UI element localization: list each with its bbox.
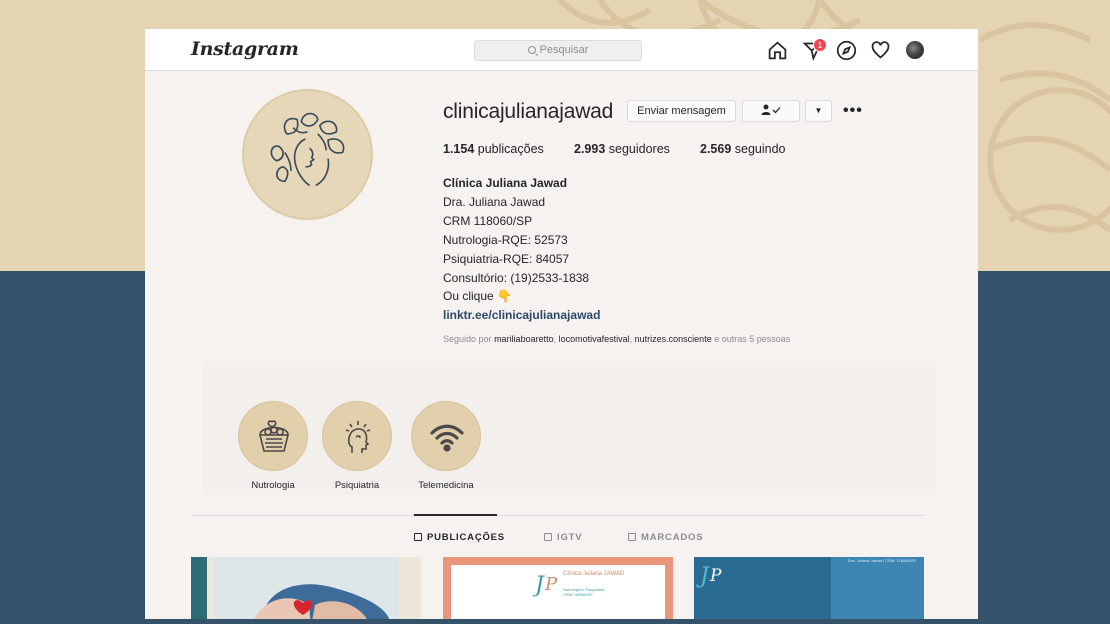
fruit-basket-icon: [258, 420, 290, 452]
highlight-nutrologia[interactable]: Nutrologia: [233, 401, 313, 491]
head-mind-icon: [345, 421, 371, 453]
post-thumbnail[interactable]: [191, 557, 421, 619]
post-caption: Dra. Juliana Jawad | CRM: 118060/SP: [848, 558, 917, 563]
bio-line: Ou clique 👇: [443, 289, 512, 304]
bio-line: Consultório: (19)2533-1838: [443, 270, 590, 285]
follower-username: nutrizes.consciente: [634, 334, 712, 344]
clinic-logo-face-leaves-icon: [270, 112, 345, 187]
active-tab-indicator: [414, 514, 497, 516]
user-check-icon: [761, 104, 781, 115]
highlight-circle: [322, 401, 392, 471]
posts-label: publicações: [477, 142, 544, 156]
followers-label: seguidores: [608, 142, 670, 156]
tab-marcados[interactable]: MARCADOS: [628, 532, 703, 543]
teal-brand-image: J P: [694, 557, 924, 619]
tab-label: MARCADOS: [641, 532, 704, 543]
followed-by-prefix: Seguido por: [443, 334, 492, 344]
svg-text:P: P: [709, 566, 722, 586]
posts-count: 1.154: [443, 142, 475, 156]
tab-label: IGTV: [557, 532, 583, 543]
post-thumbnail[interactable]: J P Dra. Juliana Jawad | CRM: 118060/SP: [694, 557, 924, 619]
bio-link[interactable]: linktr.ee/clinicajulianajawad: [443, 306, 863, 325]
search-placeholder: Pesquisar: [539, 44, 589, 56]
hands-holding-heart-image: [191, 557, 421, 619]
profile-bio: Clínica Juliana Jawad Dra. Juliana Jawad…: [443, 174, 863, 325]
svg-text:J: J: [533, 573, 545, 598]
more-options-icon[interactable]: •••: [843, 102, 863, 120]
followers-stat[interactable]: 2.993 seguidores: [574, 142, 670, 156]
following-label: seguindo: [734, 142, 786, 156]
followers-count: 2.993: [574, 142, 606, 156]
following-status-button[interactable]: [742, 100, 800, 122]
highlight-label: Telemedicina: [418, 480, 474, 491]
bio-line: Nutrologia-RQE: 52573: [443, 232, 568, 247]
search-icon: [527, 46, 536, 54]
user-avatar[interactable]: [906, 41, 924, 59]
svg-text:P: P: [544, 574, 558, 595]
highlight-telemedicina[interactable]: Telemedicina: [406, 401, 486, 491]
tab-igtv[interactable]: IGTV: [544, 532, 582, 543]
tagged-user-icon: [628, 533, 636, 541]
tv-icon: [544, 533, 552, 541]
clinic-logo-icon: J P: [533, 573, 558, 598]
bio-line: CRM 118060/SP: [443, 213, 533, 228]
send-message-button[interactable]: Enviar mensagem: [627, 100, 736, 122]
explore-compass-icon[interactable]: [836, 40, 857, 61]
highlight-psiquiatria[interactable]: Psiquiatria: [317, 401, 397, 491]
post-card: J P Clínica Juliana JAWAD Nutrologia e P…: [451, 565, 665, 619]
following-count: 2.569: [700, 142, 732, 156]
grid-icon: [414, 533, 422, 541]
highlight-label: Psiquiatria: [334, 480, 380, 491]
highlight-circle: [238, 401, 308, 471]
home-icon[interactable]: [767, 40, 788, 61]
profile-username: clinicajulianajawad: [443, 100, 614, 123]
followed-by-suffix: e outras 5 pessoas: [714, 334, 791, 344]
instagram-window: Instagram Pesquisar 1 clinicajulianajawa…: [145, 29, 978, 619]
notification-badge: 1: [813, 38, 827, 52]
bio-line: Dra. Juliana Jawad: [443, 194, 546, 209]
instagram-logo[interactable]: Instagram: [191, 38, 299, 60]
highlight-label: Nutrologia: [251, 480, 295, 491]
activity-heart-icon[interactable]: [870, 40, 891, 61]
top-navigation-bar: Instagram Pesquisar 1: [145, 29, 978, 71]
post-caption: Clínica Juliana JAWAD: [563, 571, 625, 577]
tab-label: PUBLICAÇÕES: [427, 532, 505, 543]
highlight-circle: [411, 401, 481, 471]
post-crm: CRM 118060/SP: [563, 592, 593, 597]
tab-publicacoes[interactable]: PUBLICAÇÕES: [414, 532, 505, 543]
following-stat[interactable]: 2.569 seguindo: [700, 142, 786, 156]
tabs-divider: [191, 515, 924, 516]
bio-line: Psiquiatria-RQE: 84057: [443, 251, 570, 266]
wifi-icon: [430, 424, 464, 452]
followed-by-text[interactable]: Seguido por mariliaboaretto, locomotivaf…: [443, 334, 790, 344]
follower-username: mariliaboaretto: [494, 334, 554, 344]
search-input[interactable]: Pesquisar: [474, 40, 642, 61]
suggestions-dropdown-button[interactable]: ▼: [805, 100, 832, 122]
bio-name: Clínica Juliana Jawad: [443, 176, 568, 190]
posts-stat: 1.154 publicações: [443, 142, 544, 156]
follower-username: locomotivafestival: [558, 334, 630, 344]
profile-picture[interactable]: [242, 89, 373, 220]
post-thumbnail[interactable]: J P Clínica Juliana JAWAD Nutrologia e P…: [443, 557, 673, 619]
story-highlights: Nutrologia Psiquiatria Telemedicina: [203, 361, 936, 495]
